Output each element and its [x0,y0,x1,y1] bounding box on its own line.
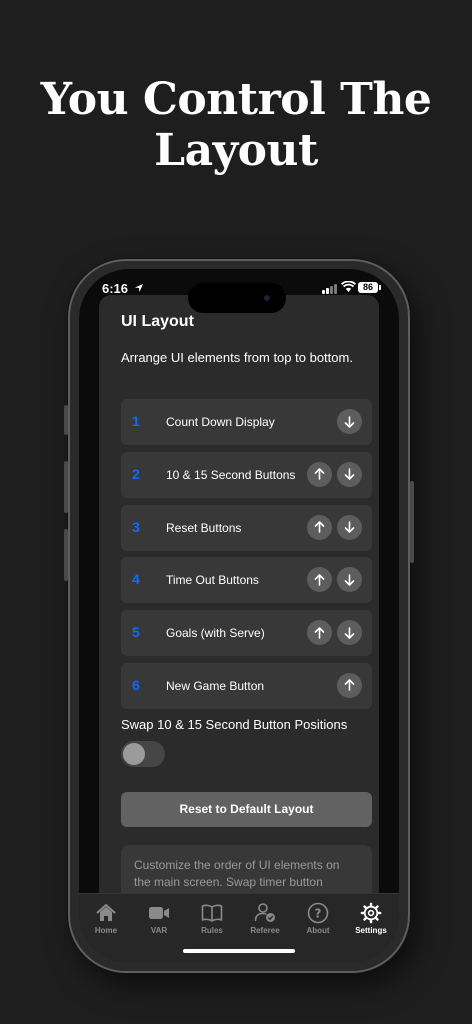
move-up-button[interactable] [337,672,362,698]
layout-item-10-15-second-buttons: 2 10 & 15 Second Buttons [121,451,372,498]
tab-referee[interactable]: Referee [238,902,292,935]
arrow-down-icon [344,574,355,586]
arrow-down-icon [344,468,355,481]
dynamic-island [188,283,286,313]
headline-line-1: You Control The [40,74,432,125]
svg-text:?: ? [315,907,322,921]
battery-indicator: 86 [358,282,381,293]
move-up-button[interactable] [307,620,332,646]
layout-order-list: 1 Count Down Display 2 10 & 15 Second Bu… [121,399,372,716]
status-bar: 6:16 86 [79,269,399,313]
tab-label: Home [94,926,118,935]
arrow-up-icon [344,679,355,692]
item-label: Reset Buttons [166,520,242,535]
tab-settings[interactable]: Settings [344,902,398,935]
tab-label: Rules [201,926,223,935]
info-text: Customize the order of UI elements on th… [134,858,340,889]
gear-icon [344,902,398,924]
book-icon [185,902,239,924]
status-time: 6:16 [102,281,129,296]
item-label: Count Down Display [166,415,275,429]
tab-label: About [306,926,330,935]
volume-up-button [64,461,68,513]
referee-person-check-icon [238,902,292,924]
move-up-button[interactable] [307,567,332,593]
phone-frame: 6:16 86 UI Layout Arrange UI elements fr… [64,259,414,973]
layout-item-goals-with-serve: 5 Goals (with Serve) [121,610,372,657]
arrow-down-icon [344,415,355,428]
question-circle-icon: ? [291,902,345,924]
item-number: 6 [132,676,140,693]
house-icon [79,902,133,924]
arrow-up-icon [314,574,325,586]
home-indicator [183,949,295,953]
page-title: UI Layout [121,313,194,330]
page-subtitle: Arrange UI elements from top to bottom. [121,350,353,365]
phone-screen: 6:16 86 UI Layout Arrange UI elements fr… [79,269,399,963]
move-down-button[interactable] [337,567,362,593]
layout-item-countdown-display: 1 Count Down Display [121,399,372,445]
item-number: 4 [132,571,140,588]
tab-label: Settings [355,926,387,935]
headline: You Control The Layout [0,74,472,176]
item-number: 5 [132,624,140,641]
item-number: 1 [132,413,140,429]
tab-label: Referee [250,926,280,935]
wifi-icon [340,280,357,298]
arrow-down-icon [344,521,355,533]
action-button [64,405,68,435]
arrow-down-icon [344,626,355,639]
tab-label: VAR [150,926,168,935]
headline-line-2: Layout [154,125,318,176]
location-arrow-icon [134,283,144,296]
swap-buttons-toggle[interactable] [121,741,165,767]
toggle-knob [123,743,145,765]
item-label: New Game Button [166,678,265,693]
layout-item-new-game-button: 6 New Game Button [121,662,372,709]
video-camera-icon [132,902,186,924]
item-number: 3 [132,518,140,535]
item-label: Time Out Buttons [166,573,259,588]
volume-down-button [64,529,68,581]
move-down-button[interactable] [337,514,362,540]
move-up-button[interactable] [307,514,332,540]
item-number: 2 [132,465,140,482]
layout-item-reset-buttons: 3 Reset Buttons [121,504,372,551]
cellular-signal-icon [322,284,337,294]
tab-about[interactable]: ? About [291,902,345,935]
arrow-up-icon [314,521,325,533]
power-button [410,481,414,563]
item-label: Goals (with Serve) [166,626,265,641]
tab-var[interactable]: VAR [132,902,186,935]
move-down-button[interactable] [337,409,362,434]
layout-item-time-out-buttons: 4 Time Out Buttons [121,557,372,604]
item-label: 10 & 15 Second Buttons [166,467,296,482]
move-down-button[interactable] [337,461,362,487]
swap-buttons-label: Swap 10 & 15 Second Button Positions [121,717,348,732]
tab-home[interactable]: Home [79,902,133,935]
reset-default-layout-button[interactable]: Reset to Default Layout [121,792,372,827]
move-up-button[interactable] [307,461,332,487]
tab-rules[interactable]: Rules [185,902,239,935]
arrow-up-icon [314,468,325,481]
arrow-up-icon [314,626,325,639]
move-down-button[interactable] [337,620,362,646]
